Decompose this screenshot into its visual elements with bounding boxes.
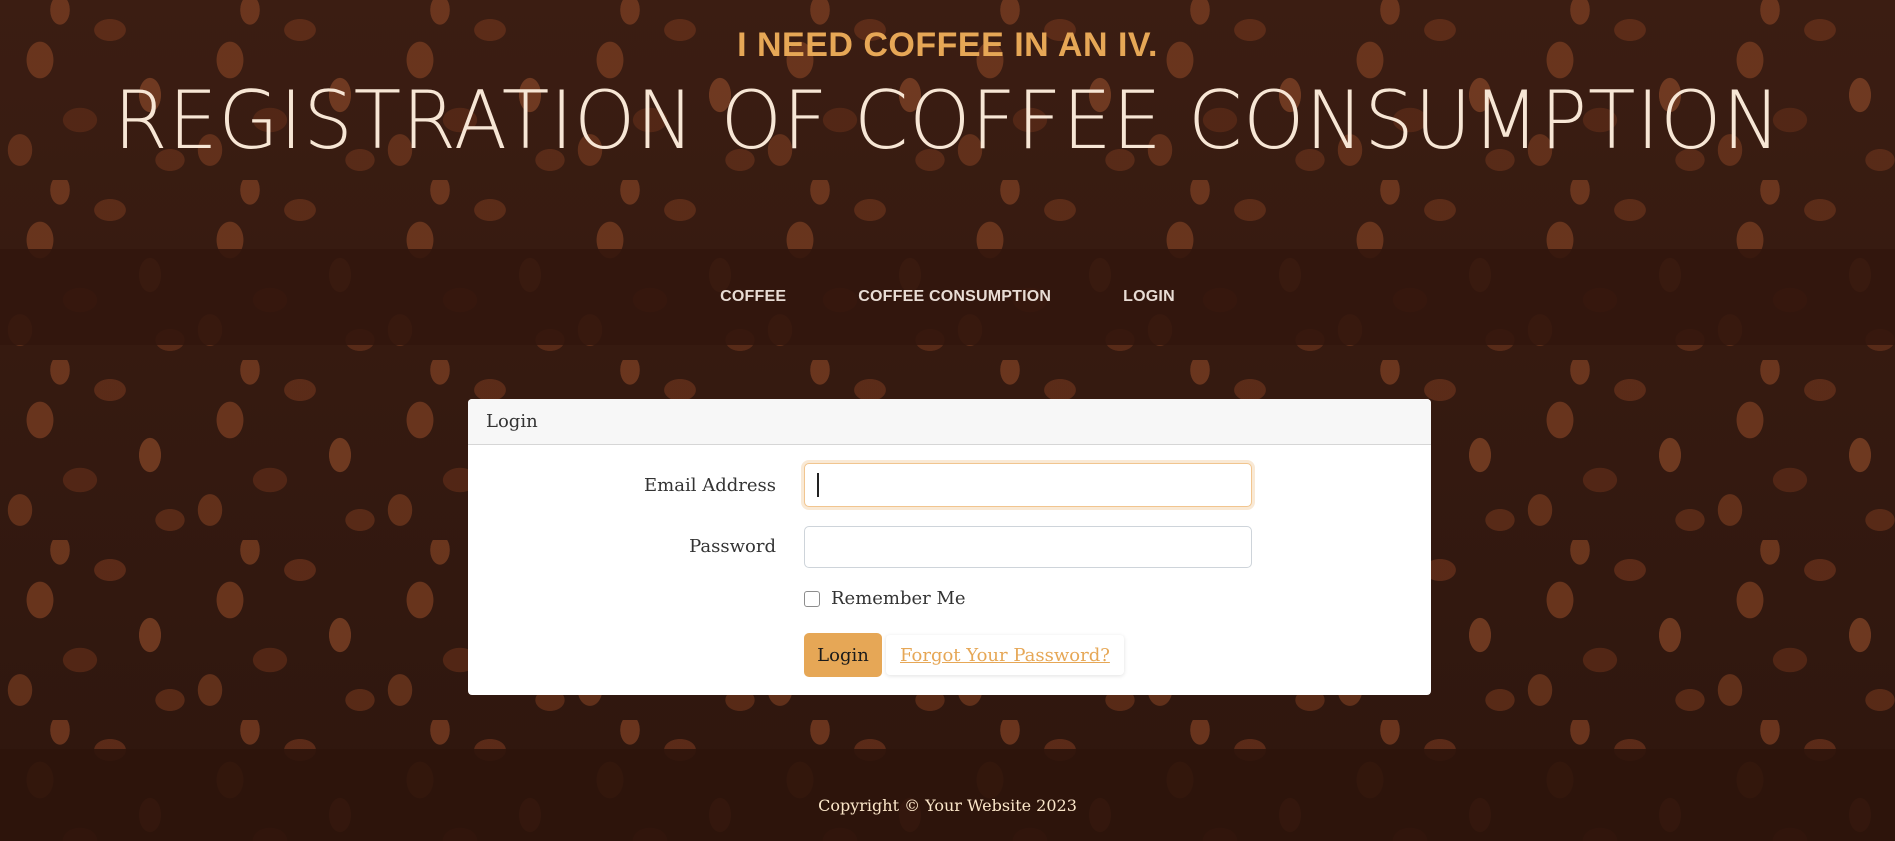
login-card-header: Login (468, 399, 1431, 445)
footer-copyright: Copyright © Your Website 2023 (818, 795, 1077, 815)
forgot-password-link[interactable]: Forgot Your Password? (886, 635, 1124, 675)
password-field[interactable] (804, 526, 1252, 568)
remember-row: Remember Me (468, 588, 1431, 610)
main-navbar: COFFEE COFFEE CONSUMPTION LOGIN (0, 249, 1895, 345)
nav-item-login[interactable]: LOGIN (1087, 288, 1211, 306)
site-heading: I NEED COFFEE IN AN IV. REGISTRATION OF … (0, 0, 1895, 249)
heading-title: REGISTRATION OF COFFEE CONSUMPTION (113, 74, 1782, 167)
remember-me-label[interactable]: Remember Me (831, 588, 966, 609)
email-label: Email Address (644, 474, 776, 496)
nav-item-coffee-consumption[interactable]: COFFEE CONSUMPTION (822, 288, 1087, 306)
password-label: Password (689, 535, 776, 557)
actions-row: Login Forgot Your Password? (468, 633, 1431, 677)
login-card: Login Email Address Password Remember Me… (468, 399, 1431, 695)
heading-subtitle: I NEED COFFEE IN AN IV. (737, 26, 1158, 64)
email-field[interactable] (804, 463, 1252, 507)
nav-item-coffee[interactable]: COFFEE (684, 288, 822, 306)
text-caret (817, 473, 819, 497)
login-button[interactable]: Login (804, 633, 882, 677)
site-footer: Copyright © Your Website 2023 (0, 749, 1895, 841)
password-row: Password (468, 524, 1431, 568)
email-row: Email Address (468, 463, 1431, 507)
remember-me-checkbox[interactable] (804, 591, 820, 607)
